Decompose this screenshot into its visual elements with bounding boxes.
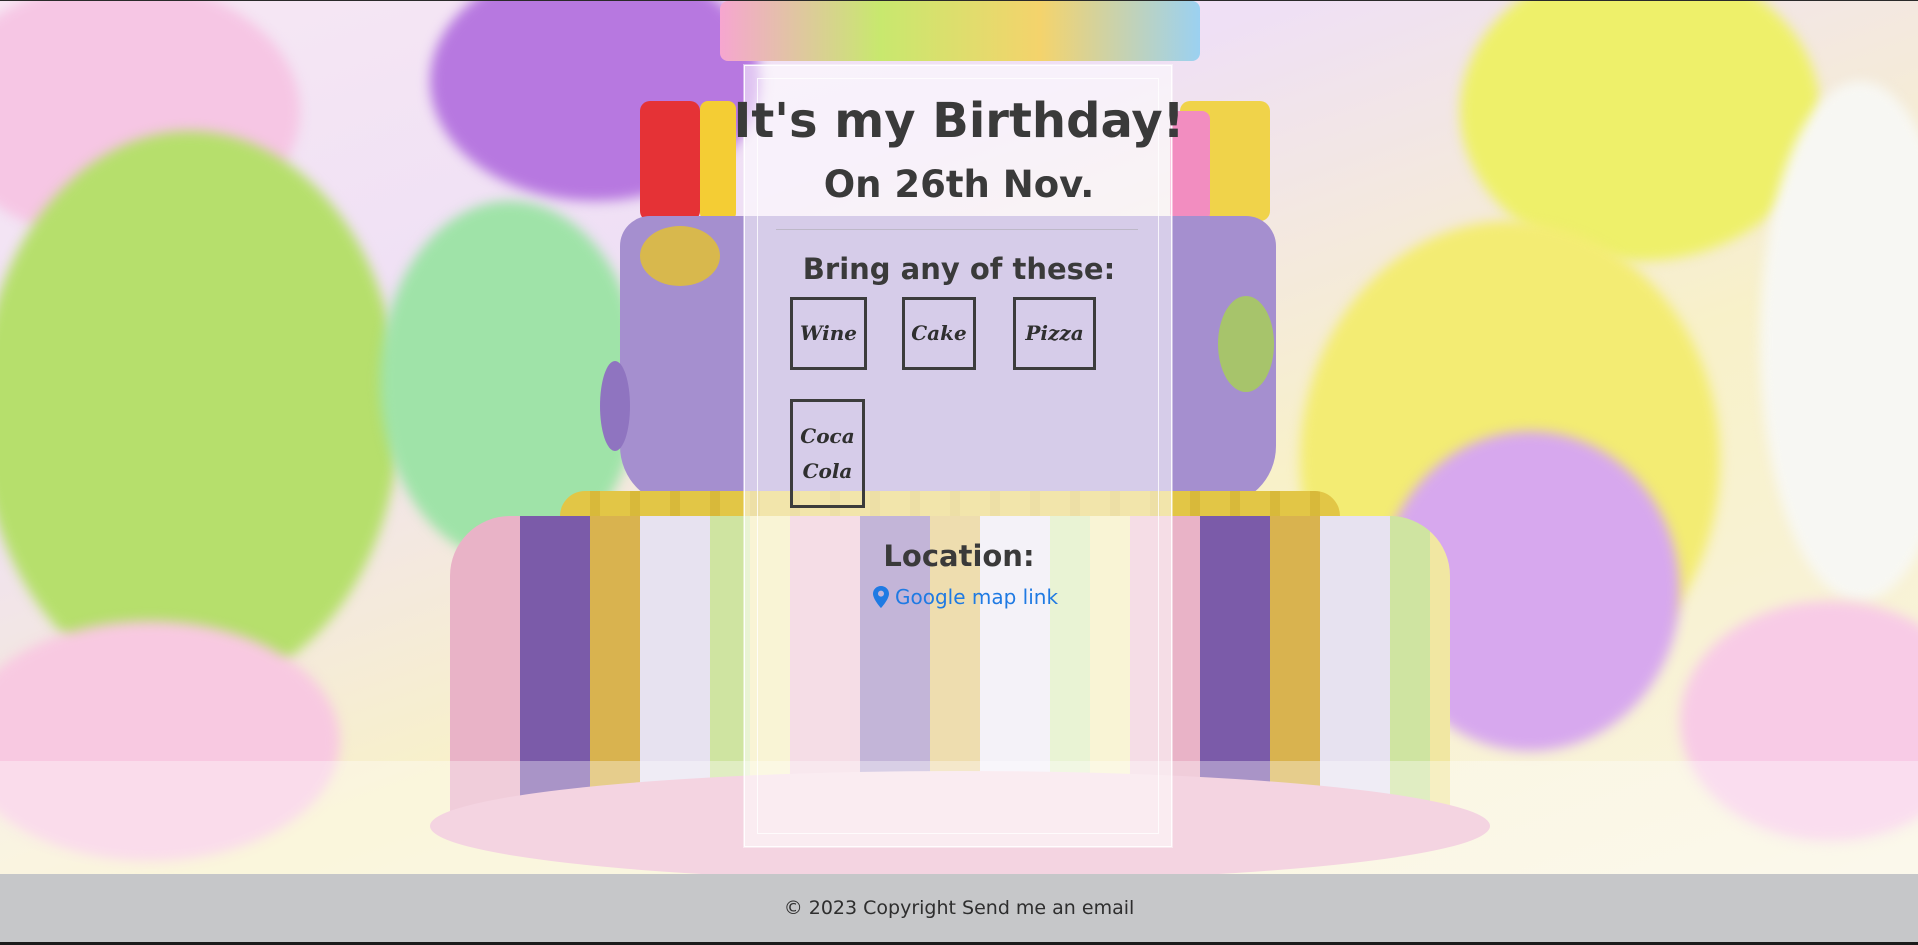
bring-item-coca-cola: Coca Cola [790,399,865,508]
bring-item-cake: Cake [902,297,976,370]
footer: © 2023 Copyright Send me an email [0,874,1918,942]
footer-copyright: © 2023 Copyright [783,897,956,919]
bring-items-heading: Bring any of these: [802,252,1116,286]
bring-item-wine: Wine [790,297,867,370]
event-date: On 26th Nov. [823,163,1095,206]
location-heading: Location: [883,539,1035,573]
footer-email-link[interactable]: Send me an email [962,897,1134,919]
candle-top-letters [720,1,1200,61]
balloon-green-left [0,131,400,691]
title-divider [776,229,1138,230]
cake-dot-green [1218,296,1274,392]
map-pin-icon [873,586,889,608]
google-map-link[interactable]: Google map link [873,585,1058,609]
google-map-link-label: Google map link [895,585,1059,609]
bring-item-pizza: Pizza [1013,297,1096,370]
page-title: It's my Birthday! [733,93,1185,149]
cake-dot-purple [600,361,630,451]
